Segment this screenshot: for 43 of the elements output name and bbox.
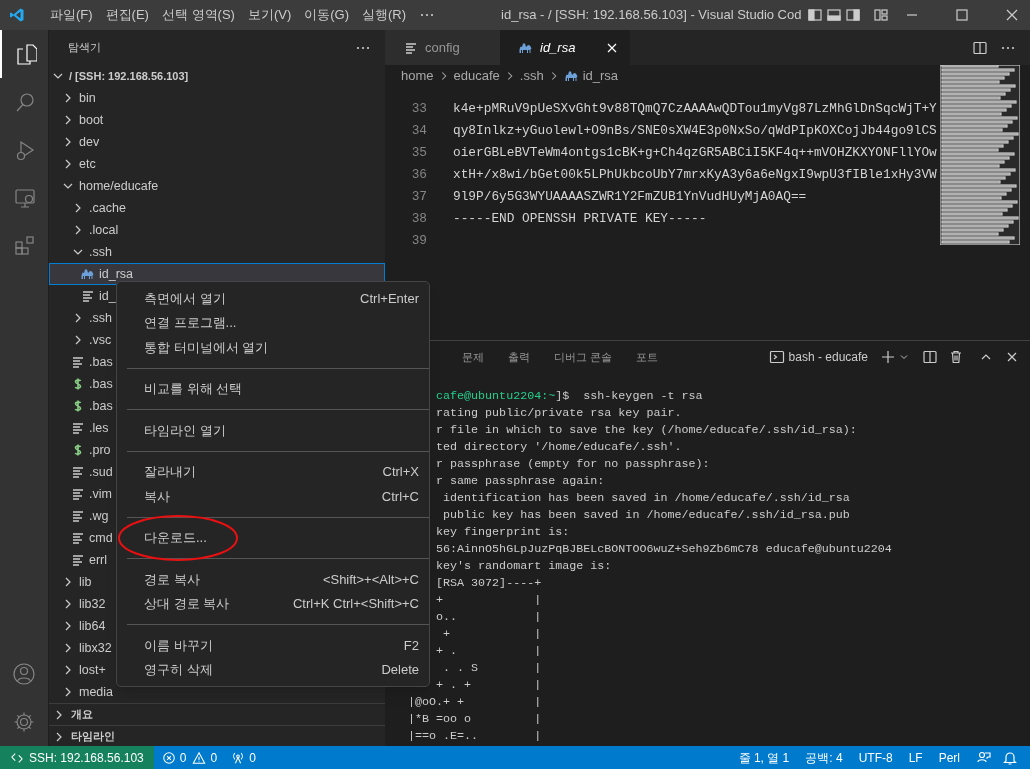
shortcut-label: <Shift>+<Alt>+C xyxy=(322,570,419,589)
shortcut-label: Ctrl+K Ctrl+<Shift>+C xyxy=(292,595,419,613)
shortcut-label: Ctrl+C xyxy=(381,487,419,506)
terminal-line: rating public/private rsa key pair. xyxy=(436,405,682,422)
terminal-line: |@oO.+ + | xyxy=(408,694,542,711)
code-line: xtH+/x8wi/bGet00k5LPhUkbcoUbY7mrxKyA3y6a6eNgxI9wpU3fIBle1xHy3VW xyxy=(453,166,938,184)
terminal-line: + . + | xyxy=(436,677,542,694)
shortcut-label: F2 xyxy=(403,636,419,655)
code-line: oierGBLeBVTeWm4ontgs1cBK+g+Ch4qzGR5ABCiI5KF4q++mVOHZKXYONFllYOw xyxy=(453,144,938,162)
shortcut-label: Ctrl+Enter xyxy=(360,289,419,308)
line-number: 37 xyxy=(410,188,428,206)
terminal-line: o.. | xyxy=(436,609,542,626)
terminal-line: identification has been saved in /home/educafe/.ssh/id_rsa xyxy=(442,490,850,507)
line-number: 36 xyxy=(410,166,428,184)
code-line: k4e+pMRuV9pUeSXvGht9v88TQmQ7CzAAAAwQDTou1myVg87LzMhGlDnSqcWjT+Y xyxy=(453,100,938,118)
terminal-line: key's randomart image is: xyxy=(436,558,612,575)
line-number: 33 xyxy=(410,100,428,118)
line-number: 38 xyxy=(410,210,428,228)
terminal-line: r passphrase (empty for no passphrase): xyxy=(436,456,710,473)
terminal-line: [RSA 3072]----+ xyxy=(436,575,542,592)
line-number: 39 xyxy=(410,232,428,250)
terminal-line: public key has been saved in /home/educafe/.ssh/id_rsa.pub xyxy=(442,507,850,524)
sidebar-title: 탐색기 xyxy=(68,40,101,56)
terminal-line: . . S | xyxy=(442,660,542,677)
terminal-line: ted directory '/home/educafe/.ssh'. xyxy=(436,439,682,456)
terminal-line: key fingerprint is: xyxy=(436,524,570,541)
line-number: 34 xyxy=(410,122,428,140)
code-line: 9l9P/6y5G3WYUAAAASZWR1Y2FmZUB1YnVudHUyMjA0AQ== xyxy=(453,188,808,206)
code-line: qy8Inlkz+yGuolewl+O9nBs/SNE0sXW4E3p0NxSo/qWdPIpKOXCojJb44go9lCS xyxy=(453,122,938,140)
terminal-line: cafe@ubuntu2204:~]$ ssh-keygen -t rsa xyxy=(436,388,703,405)
terminal-line: + . | xyxy=(436,643,542,660)
shortcut-label: Ctrl+X xyxy=(382,463,419,481)
code-line: -----END OPENSSH PRIVATE KEY----- xyxy=(453,210,708,228)
terminal-line: + | xyxy=(442,626,542,643)
terminal-line: |==o .E=.. | xyxy=(408,728,542,745)
shortcut-label: Delete xyxy=(381,661,419,679)
terminal-line: r file in which to save the key (/home/educafe/.ssh/id_rsa): xyxy=(436,422,857,439)
terminal-line: |*B =oo o | xyxy=(408,711,542,728)
terminal-line: + | xyxy=(436,592,542,609)
terminal-line: 56:AinnO5hGLpJuzPqBJBELcBONTOO6wuZ+Seh9Zb6mC78 educafe@ubuntu2204 xyxy=(436,541,892,558)
window-title: id_rsa - / [SSH: 192.168.56.103] - Visual Studio Cod xyxy=(501,6,802,25)
line-number: 35 xyxy=(410,144,428,162)
terminal-line: r same passphrase again: xyxy=(436,473,605,490)
